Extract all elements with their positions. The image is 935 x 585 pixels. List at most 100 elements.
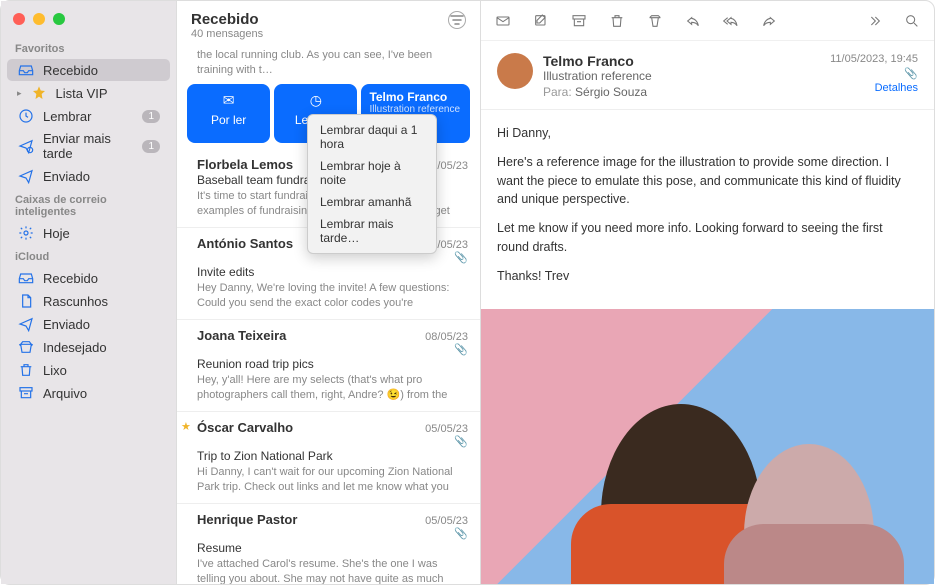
- message-item[interactable]: Henrique Pastor05/05/23📎ResumeI've attac…: [177, 504, 480, 584]
- filter-unread[interactable]: ✉ Por ler: [187, 84, 270, 143]
- sidebar-item-label: Arquivo: [43, 386, 160, 401]
- sidebar-badge: 1: [142, 140, 160, 153]
- sidebar-item-lixo[interactable]: Lixo: [7, 359, 170, 381]
- envelope-icon: ✉: [223, 92, 235, 109]
- message-from: Henrique Pastor: [197, 512, 297, 527]
- sidebar-item-enviado[interactable]: Enviado: [7, 313, 170, 335]
- sidebar-item-label: Lixo: [43, 363, 160, 378]
- inbox-icon: [17, 270, 35, 286]
- chevron-right-icon: ▸: [17, 88, 22, 99]
- message-subject: Reunion road trip pics: [197, 357, 468, 371]
- close-window[interactable]: [13, 13, 25, 25]
- reader-toolbar: [481, 1, 934, 41]
- popover-item[interactable]: Lembrar daqui a 1 hora: [308, 119, 436, 155]
- reader-paragraph: Let me know if you need more info. Looki…: [497, 219, 918, 257]
- sidebar-item-recebido[interactable]: Recebido: [7, 59, 170, 81]
- zoom-window[interactable]: [53, 13, 65, 25]
- mailbox-title: Recebido: [191, 11, 263, 28]
- sent-icon: [17, 316, 35, 332]
- attachment-icon: 📎: [454, 251, 468, 264]
- sidebar-item-label: Enviado: [43, 317, 160, 332]
- filter-row: ✉ Por ler ◷ Lemb… Telmo Franco Illustrat…: [177, 78, 480, 149]
- sidebar-item-label: Lembrar: [43, 109, 134, 124]
- avatar: [497, 53, 533, 89]
- attachment-icon: 📎: [454, 435, 468, 448]
- junk-icon: [17, 339, 35, 355]
- sidebar-group-title: Caixas de correio inteligentes: [1, 188, 176, 221]
- popover-item[interactable]: Lembrar hoje à noite: [308, 155, 436, 191]
- message-date: 08/05/23: [425, 331, 468, 343]
- sidebar-item-lista-vip[interactable]: ▸ Lista VIP: [7, 82, 170, 104]
- remind-popover: Lembrar daqui a 1 horaLembrar hoje à noi…: [307, 114, 437, 254]
- attachment-icon: 📎: [454, 343, 468, 356]
- search-icon[interactable]: [902, 13, 922, 29]
- message-preview: Hey, y'all! Here are my selects (that's …: [197, 373, 468, 403]
- sidebar-item-enviar-mais-tarde[interactable]: Enviar mais tarde 1: [7, 128, 170, 164]
- sidebar-item-label: Enviar mais tarde: [43, 131, 134, 161]
- clock-icon: [17, 108, 35, 124]
- sidebar-item-label: Hoje: [43, 226, 160, 241]
- reader-pane: Telmo Franco Illustration reference Para…: [481, 1, 934, 584]
- message-subject: Resume: [197, 541, 468, 555]
- details-link[interactable]: Detalhes: [830, 82, 918, 94]
- sidebar: FavoritosRecebido▸Lista VIPLembrar1Envia…: [1, 1, 176, 584]
- attachment-icon: 📎: [830, 67, 918, 80]
- reader-paragraph: Hi Danny,: [497, 124, 918, 143]
- sidebar-item-label: Rascunhos: [43, 294, 160, 309]
- sidebar-item-indesejado[interactable]: Indesejado: [7, 336, 170, 358]
- sidebar-item-arquivo[interactable]: Arquivo: [7, 382, 170, 404]
- sidebar-group-title: Favoritos: [1, 37, 176, 58]
- message-from: António Santos: [197, 236, 293, 251]
- reader-paragraph: Here's a reference image for the illustr…: [497, 153, 918, 209]
- minimize-window[interactable]: [33, 13, 45, 25]
- reader-subject: Illustration reference: [543, 69, 820, 83]
- more-icon[interactable]: [864, 13, 884, 29]
- filter-icon[interactable]: [448, 11, 466, 29]
- message-list-pane: Recebido 40 mensagens the local running …: [176, 1, 481, 584]
- reader-body: Hi Danny, Here's a reference image for th…: [481, 110, 934, 309]
- star-icon: [30, 85, 48, 101]
- sent-icon: [17, 168, 35, 184]
- forward-icon[interactable]: [759, 13, 779, 29]
- message-date: 05/05/23: [425, 423, 468, 435]
- junk-icon[interactable]: [645, 13, 665, 29]
- mailbox-count: 40 mensagens: [191, 28, 263, 40]
- archive-icon: [17, 385, 35, 401]
- message-subject: Trip to Zion National Park: [197, 449, 468, 463]
- message-from: Joana Teixeira: [197, 328, 286, 343]
- compose-icon[interactable]: [531, 13, 551, 29]
- trash-icon: [17, 362, 35, 378]
- message-preview: Hi Danny, I can't wait for our upcoming …: [197, 465, 468, 495]
- sidebar-item-label: Recebido: [43, 271, 160, 286]
- sidebar-group-title: iCloud: [1, 245, 176, 266]
- popover-item[interactable]: Lembrar amanhã: [308, 191, 436, 213]
- reply-all-icon[interactable]: [721, 13, 741, 29]
- doc-icon: [17, 293, 35, 309]
- inbox-icon: [17, 62, 35, 78]
- reader-attachment-image[interactable]: [481, 309, 934, 584]
- popover-item[interactable]: Lembrar mais tarde…: [308, 213, 436, 249]
- archive-icon[interactable]: [569, 13, 589, 29]
- clock-icon: ◷: [310, 92, 322, 109]
- trash-icon[interactable]: [607, 13, 627, 29]
- window-controls: [1, 9, 176, 37]
- sidebar-item-label: Indesejado: [43, 340, 160, 355]
- message-item[interactable]: Óscar Carvalho 05/05/23📎Trip to Zion Nati…: [177, 412, 480, 504]
- message-from: Florbela Lemos: [197, 157, 293, 172]
- sidebar-item-label: Lista VIP: [56, 86, 160, 101]
- sidebar-badge: 1: [142, 110, 160, 123]
- envelope-icon[interactable]: [493, 13, 513, 29]
- gear-icon: [17, 225, 35, 241]
- sidebar-item-rascunhos[interactable]: Rascunhos: [7, 290, 170, 312]
- message-from: Óscar Carvalho: [197, 420, 293, 435]
- sidebar-item-lembrar[interactable]: Lembrar 1: [7, 105, 170, 127]
- sidebar-item-label: Recebido: [43, 63, 160, 78]
- reply-icon[interactable]: [683, 13, 703, 29]
- sidebar-item-hoje[interactable]: Hoje: [7, 222, 170, 244]
- sidebar-item-recebido[interactable]: Recebido: [7, 267, 170, 289]
- reader-paragraph: Thanks! Trev: [497, 267, 918, 286]
- attachment-icon: 📎: [454, 527, 468, 540]
- message-item[interactable]: Joana Teixeira 08/05/23📎Reunion road trip…: [177, 320, 480, 412]
- sidebar-item-enviado[interactable]: Enviado: [7, 165, 170, 187]
- reader-date: 11/05/2023, 19:45: [830, 53, 918, 65]
